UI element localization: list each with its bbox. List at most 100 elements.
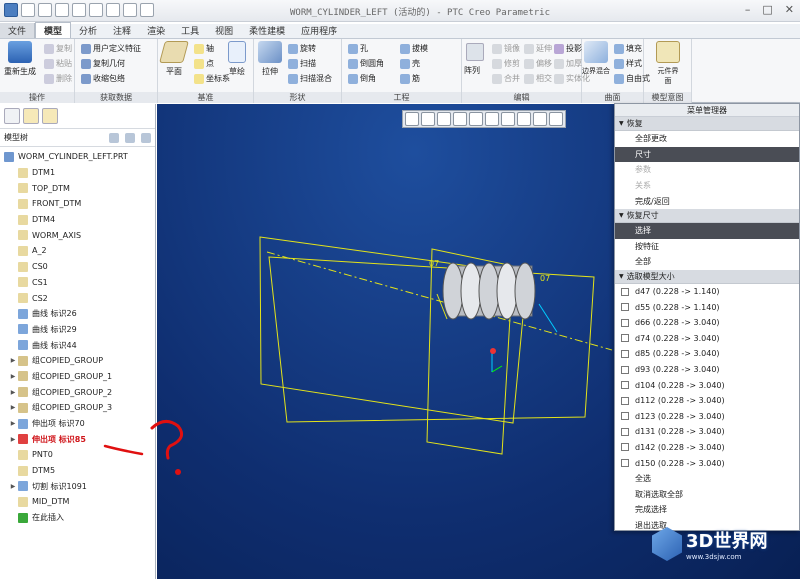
save-icon[interactable] xyxy=(55,3,69,17)
tree-item[interactable]: ▶ 组COPIED_GROUP_1 xyxy=(0,369,155,385)
expand-arrow-icon[interactable]: ▶ xyxy=(8,357,18,364)
saved-views-icon[interactable] xyxy=(485,112,499,126)
menu-item[interactable]: 选择 xyxy=(615,222,799,239)
tree-item[interactable]: ▶ 切割 标识1091 xyxy=(0,478,155,494)
menu-item[interactable]: 按特征 xyxy=(615,239,799,255)
menu-action-item[interactable]: 完成选择 xyxy=(615,502,799,518)
boundary-blend-button[interactable]: 边界混合 xyxy=(582,41,610,76)
dimension-checkbox-item[interactable]: d112 (0.228 -> 3.040) xyxy=(615,393,799,409)
tree-item[interactable]: 在此插入 xyxy=(0,510,155,526)
tree-item[interactable]: DTM4 xyxy=(0,212,155,228)
tree-filter-icon[interactable] xyxy=(125,132,135,143)
tree-item[interactable]: 曲线 标识26 xyxy=(0,306,155,322)
regenerate-button[interactable]: 重新生成 xyxy=(4,41,36,77)
tab-model[interactable]: 模型 xyxy=(35,22,72,38)
minimize-icon[interactable]: – xyxy=(745,3,751,16)
checkbox[interactable] xyxy=(621,396,629,405)
zoom-out-icon[interactable] xyxy=(437,112,451,126)
shell-button[interactable]: 壳 xyxy=(400,58,420,69)
dimension-checkbox-item[interactable]: d66 (0.228 -> 3.040) xyxy=(615,315,799,331)
model-tree-tab-icon[interactable] xyxy=(4,108,20,124)
checkbox[interactable] xyxy=(621,412,629,421)
rib-button[interactable]: 筋 xyxy=(400,73,420,84)
undo-icon[interactable] xyxy=(72,3,86,17)
dimension-checkbox-item[interactable]: d93 (0.228 -> 3.040) xyxy=(615,362,799,378)
tree-item[interactable]: 曲线 标识29 xyxy=(0,322,155,338)
shrinkwrap-button[interactable]: 收缩包络 xyxy=(81,73,125,84)
redo-icon[interactable] xyxy=(89,3,103,17)
chamfer-button[interactable]: 倒角 xyxy=(348,73,376,84)
menu-section-restore[interactable]: ▼ 恢复 xyxy=(615,117,799,131)
tab-tools[interactable]: 工具 xyxy=(173,23,207,38)
menu-section-restore-dims[interactable]: ▼ 恢复尺寸 xyxy=(615,208,799,223)
checkbox[interactable] xyxy=(621,459,629,468)
project-button[interactable]: 投影 xyxy=(554,43,582,54)
close-window-icon[interactable] xyxy=(140,3,154,17)
tree-item[interactable]: DTM1 xyxy=(0,165,155,181)
tree-item[interactable]: CS0 xyxy=(0,259,155,275)
tab-annotate[interactable]: 注释 xyxy=(105,23,139,38)
checkbox[interactable] xyxy=(621,334,629,343)
tree-item[interactable]: WORM_CYLINDER_LEFT.PRT xyxy=(0,149,155,165)
tree-item[interactable]: CS2 xyxy=(0,290,155,306)
maximize-icon[interactable]: □ xyxy=(762,3,772,16)
tree-columns-icon[interactable] xyxy=(141,132,151,143)
sweep-button[interactable]: 扫描 xyxy=(288,58,316,69)
extrude-button[interactable]: 拉伸 xyxy=(258,41,282,77)
dimension-checkbox-item[interactable]: d123 (0.228 -> 3.040) xyxy=(615,409,799,425)
favorites-tab-icon[interactable] xyxy=(42,108,58,124)
expand-arrow-icon[interactable]: ▶ xyxy=(8,436,18,443)
axis-button[interactable]: 轴 xyxy=(194,43,214,54)
dimension-checkbox-item[interactable]: d142 (0.228 -> 3.040) xyxy=(615,440,799,456)
udf-button[interactable]: 用户定义特征 xyxy=(81,43,141,54)
trim-button[interactable]: 修剪 xyxy=(492,58,520,69)
offset-button[interactable]: 偏移 xyxy=(524,58,552,69)
tree-item[interactable]: A_2 xyxy=(0,243,155,259)
tree-item[interactable]: ▶ 组COPIED_GROUP_2 xyxy=(0,384,155,400)
refit-icon[interactable] xyxy=(405,112,419,126)
style-button[interactable]: 样式 xyxy=(614,58,642,69)
revolve-button[interactable]: 旋转 xyxy=(288,43,316,54)
zoom-in-icon[interactable] xyxy=(421,112,435,126)
dimension-checkbox-item[interactable]: d150 (0.228 -> 3.040) xyxy=(615,455,799,471)
dimension-checkbox-item[interactable]: d85 (0.228 -> 3.040) xyxy=(615,346,799,362)
checkbox[interactable] xyxy=(621,303,629,312)
tab-applications[interactable]: 应用程序 xyxy=(293,23,345,38)
thicken-button[interactable]: 加厚 xyxy=(554,58,582,69)
plane-button[interactable]: 平面 xyxy=(159,41,189,77)
draft-button[interactable]: 拔模 xyxy=(400,43,428,54)
tree-item[interactable]: ▶ 组COPIED_GROUP xyxy=(0,353,155,369)
tree-item[interactable]: WORM_AXIS xyxy=(0,227,155,243)
repaint-icon[interactable] xyxy=(453,112,467,126)
merge-button[interactable]: 合并 xyxy=(492,73,520,84)
tree-item[interactable]: FRONT_DTM xyxy=(0,196,155,212)
dimension-checkbox-item[interactable]: d131 (0.228 -> 3.040) xyxy=(615,424,799,440)
paste-button[interactable]: 粘贴 xyxy=(44,58,72,69)
dimension-checkbox-item[interactable]: d47 (0.228 -> 1.140) xyxy=(615,284,799,300)
checkbox[interactable] xyxy=(621,427,629,436)
swept-blend-button[interactable]: 扫描混合 xyxy=(288,73,332,84)
menu-action-item[interactable]: 全选 xyxy=(615,471,799,487)
sketch-button[interactable]: 草绘 xyxy=(228,41,246,77)
pattern-button[interactable]: 阵列 xyxy=(464,65,480,76)
close-icon[interactable]: ✕ xyxy=(785,3,794,16)
hole-button[interactable]: 孔 xyxy=(348,43,368,54)
copy-button[interactable]: 复制 xyxy=(44,43,72,54)
folder-browser-tab-icon[interactable] xyxy=(23,108,39,124)
delete-button[interactable]: 删除 xyxy=(44,73,72,84)
menu-item[interactable]: 完成/返回 xyxy=(615,193,799,209)
tab-flexible-modeling[interactable]: 柔性建模 xyxy=(241,23,293,38)
intersect-button[interactable]: 相交 xyxy=(524,73,552,84)
fill-button[interactable]: 填充 xyxy=(614,43,642,54)
menu-item[interactable]: 全部更改 xyxy=(615,131,799,147)
menu-item[interactable]: 全部 xyxy=(615,254,799,270)
component-interface-button[interactable]: 元件界面 xyxy=(656,41,680,86)
menu-item[interactable]: 尺寸 xyxy=(615,146,799,163)
view-manager-icon[interactable] xyxy=(501,112,515,126)
annotation-display-icon[interactable] xyxy=(549,112,563,126)
checkbox[interactable] xyxy=(621,318,629,327)
expand-arrow-icon[interactable]: ▶ xyxy=(8,404,18,411)
dimension-checkbox-item[interactable]: d74 (0.228 -> 3.040) xyxy=(615,331,799,347)
expand-arrow-icon[interactable]: ▶ xyxy=(8,420,18,427)
checkbox[interactable] xyxy=(621,287,629,296)
